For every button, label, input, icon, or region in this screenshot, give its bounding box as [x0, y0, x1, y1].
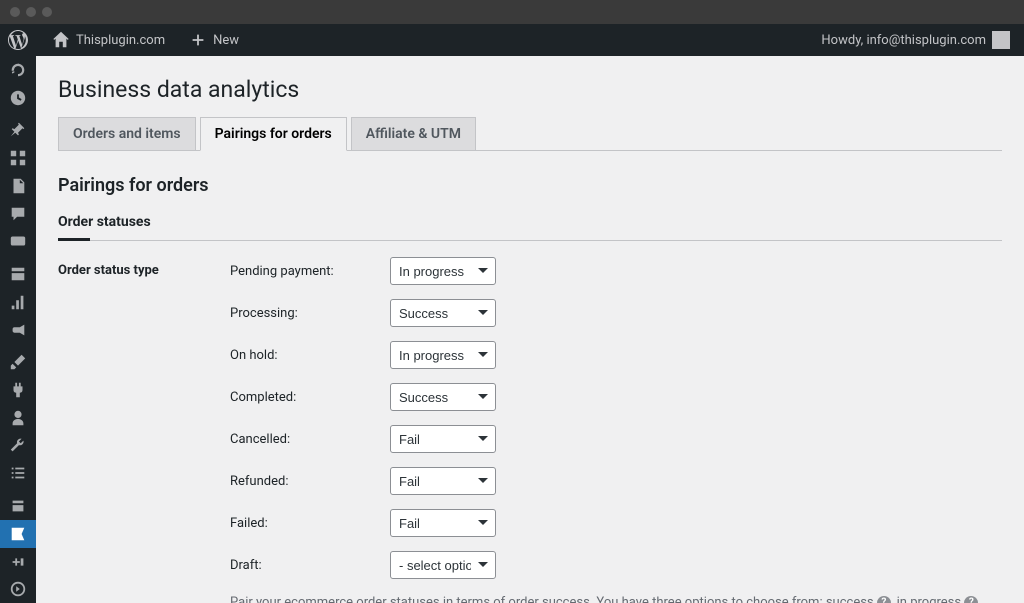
window-titlebar: [0, 0, 1024, 24]
processing-label: Processing:: [230, 306, 390, 321]
menu-woocommerce[interactable]: [0, 228, 36, 256]
tab-affiliate-utm[interactable]: Affiliate & UTM: [351, 117, 476, 150]
section-heading: Pairings for orders: [58, 175, 1002, 196]
brush-icon: [9, 353, 27, 371]
pin-icon: [9, 121, 27, 139]
pending-payment-label: Pending payment:: [230, 264, 390, 279]
admin-bar: Thisplugin.com New Howdy, info@thisplugi…: [0, 24, 1024, 56]
help-icon[interactable]: ?: [877, 596, 891, 603]
completed-label: Completed:: [230, 390, 390, 405]
menu-products[interactable]: [0, 260, 36, 288]
description-text: Pair your ecommerce order statuses in te…: [230, 593, 1002, 603]
howdy-text: Howdy, info@thisplugin.com: [821, 33, 986, 48]
menu-updates[interactable]: [0, 84, 36, 112]
home-icon: [52, 31, 70, 49]
menu-thisplugin[interactable]: [0, 520, 36, 548]
failed-label: Failed:: [230, 516, 390, 531]
thisplugin-icon: [9, 525, 27, 543]
woo-icon: [9, 232, 27, 250]
menu-analytics[interactable]: [0, 288, 36, 316]
tab-pairings-orders[interactable]: Pairings for orders: [200, 117, 347, 151]
draft-select[interactable]: [390, 551, 496, 579]
dashboard-icon: [9, 61, 27, 79]
menu-users[interactable]: [0, 404, 36, 432]
menu-posts[interactable]: [0, 116, 36, 144]
menu-collapse[interactable]: [0, 575, 36, 603]
wrench-icon: [9, 437, 27, 455]
analytics-icon: [9, 293, 27, 311]
traffic-light-minimize[interactable]: [26, 7, 36, 17]
menu-plugins[interactable]: [0, 376, 36, 404]
account-link[interactable]: Howdy, info@thisplugin.com: [817, 24, 1014, 56]
nav-tabs: Orders and items Pairings for orders Aff…: [58, 117, 1002, 151]
site-name-link[interactable]: Thisplugin.com: [44, 24, 173, 56]
comments-icon: [9, 205, 27, 223]
collapse-icon: [9, 580, 27, 598]
menu-media[interactable]: [0, 144, 36, 172]
new-content-link[interactable]: New: [181, 24, 247, 56]
avatar: [992, 31, 1010, 49]
cancelled-label: Cancelled:: [230, 432, 390, 447]
generic-icon-2: [9, 553, 27, 571]
menu-tools[interactable]: [0, 432, 36, 460]
menu-settings[interactable]: [0, 459, 36, 487]
menu-generic-2[interactable]: [0, 548, 36, 576]
cancelled-select[interactable]: [390, 425, 496, 453]
order-status-type-label: Order status type: [58, 257, 230, 278]
pages-icon: [9, 177, 27, 195]
order-statuses-title: Order statuses: [58, 214, 1002, 241]
failed-select[interactable]: [390, 509, 496, 537]
refunded-select[interactable]: [390, 467, 496, 495]
menu-pages[interactable]: [0, 172, 36, 200]
main-content: Business data analytics Orders and items…: [36, 56, 1024, 603]
traffic-light-zoom[interactable]: [42, 7, 52, 17]
pending-payment-select[interactable]: [390, 257, 496, 285]
wp-logo[interactable]: [0, 24, 36, 56]
menu-comments[interactable]: [0, 200, 36, 228]
plug-icon: [9, 381, 27, 399]
help-icon[interactable]: ?: [964, 596, 978, 603]
update-icon: [9, 89, 27, 107]
tab-orders-items[interactable]: Orders and items: [58, 117, 196, 150]
processing-select[interactable]: [390, 299, 496, 327]
menu-appearance[interactable]: [0, 348, 36, 376]
user-icon: [9, 409, 27, 427]
settings-icon: [9, 464, 27, 482]
draft-label: Draft:: [230, 558, 390, 573]
media-icon: [9, 149, 27, 167]
site-name-label: Thisplugin.com: [76, 33, 165, 48]
page-title: Business data analytics: [58, 76, 1002, 103]
on-hold-select[interactable]: [390, 341, 496, 369]
generic-icon: [9, 497, 27, 515]
completed-select[interactable]: [390, 383, 496, 411]
products-icon: [9, 265, 27, 283]
admin-sidebar: [0, 56, 36, 603]
megaphone-icon: [9, 321, 27, 339]
plus-icon: [189, 31, 207, 49]
new-label: New: [213, 33, 239, 48]
menu-generic-1[interactable]: [0, 492, 36, 520]
refunded-label: Refunded:: [230, 474, 390, 489]
menu-marketing[interactable]: [0, 316, 36, 344]
on-hold-label: On hold:: [230, 348, 390, 363]
traffic-light-close[interactable]: [10, 7, 20, 17]
menu-dashboard[interactable]: [0, 56, 36, 84]
